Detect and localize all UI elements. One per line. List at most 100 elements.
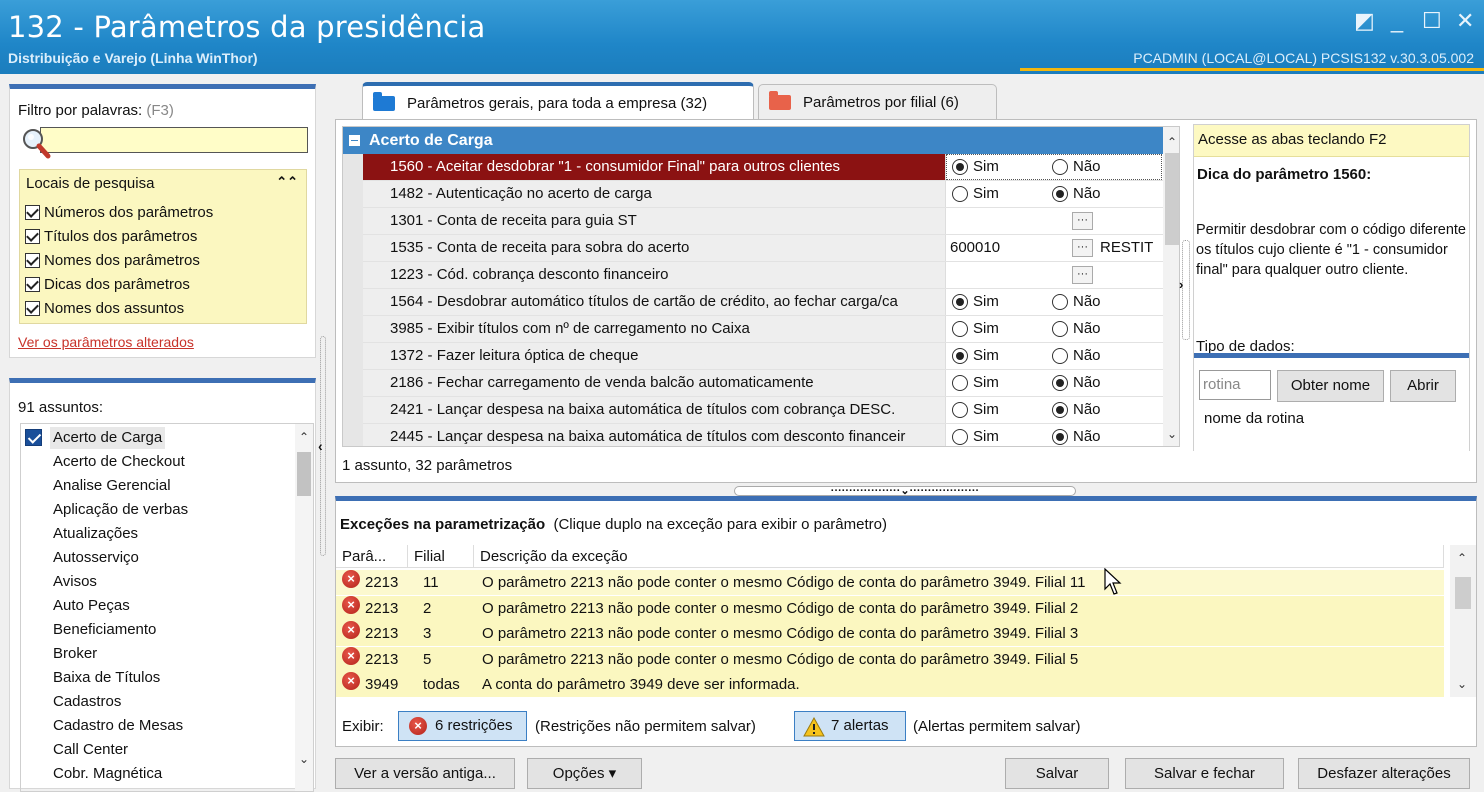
chevron-right-icon[interactable]: ›	[1179, 277, 1183, 292]
radio-sim[interactable]	[952, 348, 968, 364]
list-item[interactable]: Autosserviço	[50, 547, 142, 569]
location-option[interactable]: Dicas dos parâmetros	[25, 276, 190, 293]
param-row[interactable]: 2445 - Lançar despesa na baixa automátic…	[363, 424, 1163, 446]
radio-nao[interactable]	[1052, 294, 1068, 310]
changed-params-link[interactable]: Ver os parâmetros alterados	[18, 334, 194, 350]
list-item[interactable]: Cadastro de Mesas	[50, 715, 186, 737]
location-option[interactable]: Nomes dos assuntos	[25, 300, 184, 317]
column-header[interactable]: Descrição da exceção	[474, 545, 1444, 568]
checkbox-icon[interactable]	[25, 277, 40, 292]
left-splitter[interactable]: ‹	[318, 336, 328, 556]
maximize-icon[interactable]: ☐	[1422, 8, 1442, 34]
radio-sim[interactable]	[952, 294, 968, 310]
table-row[interactable]: × 2213 11 O parâmetro 2213 não pode conter …	[336, 570, 1444, 595]
horizontal-splitter[interactable]: ···················⌄···················	[734, 486, 1076, 497]
options-button[interactable]: Opções ▾	[527, 758, 642, 789]
list-item[interactable]: Beneficiamento	[50, 619, 159, 641]
save-button[interactable]: Salvar	[1005, 758, 1109, 789]
list-item[interactable]: Cadastros	[50, 691, 124, 713]
lookup-button[interactable]: ···	[1072, 239, 1093, 257]
param-row[interactable]: 1564 - Desdobrar automático títulos de c…	[363, 289, 1163, 316]
radio-nao[interactable]	[1052, 186, 1068, 202]
close-icon[interactable]: ✕	[1456, 8, 1474, 34]
get-name-button[interactable]: Obter nome	[1277, 370, 1384, 402]
param-row[interactable]: 2186 - Fechar carregamento de venda balc…	[363, 370, 1163, 397]
list-item[interactable]: Acerto de Checkout	[50, 451, 188, 473]
location-option[interactable]: Números dos parâmetros	[25, 204, 213, 221]
radio-sim[interactable]	[952, 321, 968, 337]
list-item[interactable]: Aplicação de verbas	[50, 499, 191, 521]
restrictions-toggle[interactable]: × 6 restrições	[398, 711, 527, 741]
search-input[interactable]	[40, 127, 308, 153]
list-item[interactable]: Acerto de Carga	[50, 427, 166, 449]
tab-per-branch[interactable]: Parâmetros por filial (6)	[758, 84, 997, 119]
list-item[interactable]: Broker	[50, 643, 100, 665]
param-value[interactable]: 600010 ··· RESTIT	[945, 235, 1163, 261]
list-item[interactable]: Call Center	[50, 739, 131, 761]
group-header[interactable]: Acerto de Carga	[343, 127, 1163, 154]
scroll-down-icon[interactable]: ⌄	[1457, 677, 1467, 691]
lookup-value[interactable]: 600010	[950, 235, 1000, 261]
param-row[interactable]: 1482 - Autenticação no acerto de carga Si…	[363, 181, 1163, 208]
table-row[interactable]: × 2213 2 O parâmetro 2213 não pode conter o…	[336, 595, 1444, 621]
scroll-thumb[interactable]	[1455, 577, 1471, 609]
alerts-toggle[interactable]: 7 alertas	[794, 711, 906, 741]
param-row[interactable]: 1535 - Conta de receita para sobra do ac…	[363, 235, 1163, 262]
scroll-up-icon[interactable]: ⌃	[1457, 551, 1467, 565]
exceptions-scrollbar[interactable]: ⌃ ⌄	[1450, 545, 1476, 697]
old-version-button[interactable]: Ver a versão antiga...	[335, 758, 515, 789]
param-value[interactable]: Sim Não	[945, 343, 1163, 369]
location-option[interactable]: Títulos dos parâmetros	[25, 228, 197, 245]
undo-button[interactable]: Desfazer alterações	[1298, 758, 1470, 789]
param-row[interactable]: 1372 - Fazer leitura óptica de cheque Sim…	[363, 343, 1163, 370]
radio-sim[interactable]	[952, 186, 968, 202]
list-item[interactable]: Analise Gerencial	[50, 475, 174, 497]
radio-sim[interactable]	[952, 375, 968, 391]
scroll-down-icon[interactable]: ⌄	[299, 752, 309, 766]
subjects-scrollbar[interactable]: ⌃ ⌄	[295, 424, 313, 791]
param-value[interactable]: ···	[945, 208, 1163, 234]
checkbox-icon[interactable]	[25, 205, 40, 220]
tip-splitter[interactable]: ›	[1179, 240, 1190, 340]
param-value[interactable]: Sim Não	[945, 181, 1163, 207]
restore-icon[interactable]: ◩	[1354, 8, 1375, 34]
list-item[interactable]: Atualizações	[50, 523, 141, 545]
collapse-icon[interactable]: ⌃⌃	[276, 174, 298, 190]
scroll-thumb[interactable]	[1165, 153, 1179, 245]
save-close-button[interactable]: Salvar e fechar	[1125, 758, 1284, 789]
checkbox-icon[interactable]	[25, 253, 40, 268]
list-item[interactable]: Cobr. Magnética	[50, 763, 165, 785]
checkbox-icon[interactable]	[25, 229, 40, 244]
list-item[interactable]: Auto Peças	[50, 595, 133, 617]
param-value[interactable]: Sim Não	[945, 424, 1163, 446]
location-option[interactable]: Nomes dos parâmetros	[25, 252, 200, 269]
param-value[interactable]: Sim Não	[945, 397, 1163, 423]
radio-nao[interactable]	[1052, 321, 1068, 337]
param-row[interactable]: 1560 - Aceitar desdobrar "1 - consumidor…	[363, 154, 1163, 181]
radio-sim[interactable]	[952, 402, 968, 418]
routine-input[interactable]: rotina	[1199, 370, 1271, 400]
radio-nao[interactable]	[1052, 348, 1068, 364]
param-row[interactable]: 3985 - Exibir títulos com nº de carregam…	[363, 316, 1163, 343]
param-value[interactable]: Sim Não	[945, 316, 1163, 342]
scroll-up-icon[interactable]: ⌃	[1167, 135, 1177, 149]
open-button[interactable]: Abrir	[1390, 370, 1456, 402]
tab-general[interactable]: Parâmetros gerais, para toda a empresa (…	[362, 82, 754, 120]
scroll-up-icon[interactable]: ⌃	[299, 430, 309, 444]
param-row[interactable]: 1301 - Conta de receita para guia ST ···	[363, 208, 1163, 235]
scroll-down-icon[interactable]: ⌄	[1167, 427, 1177, 441]
param-value[interactable]: ···	[945, 262, 1163, 288]
subjects-list[interactable]: Acerto de Carga Acerto de Checkout Anali…	[20, 423, 314, 792]
checkbox-icon[interactable]	[25, 301, 40, 316]
scroll-thumb[interactable]	[297, 452, 311, 496]
lookup-button[interactable]: ···	[1072, 212, 1093, 230]
radio-nao[interactable]	[1052, 375, 1068, 391]
param-row[interactable]: 2421 - Lançar despesa na baixa automátic…	[363, 397, 1163, 424]
list-item[interactable]: Avisos	[50, 571, 100, 593]
table-row[interactable]: × 3949 todas A conta do parâmetro 3949 deve…	[336, 672, 1444, 697]
column-header[interactable]: Filial	[408, 545, 474, 568]
table-row[interactable]: × 2213 3 O parâmetro 2213 não pode conter o…	[336, 621, 1444, 646]
subject-checkbox-icon[interactable]	[25, 429, 42, 446]
param-row[interactable]: 1223 - Cód. cobrança desconto financeiro…	[363, 262, 1163, 289]
radio-sim[interactable]	[952, 429, 968, 445]
